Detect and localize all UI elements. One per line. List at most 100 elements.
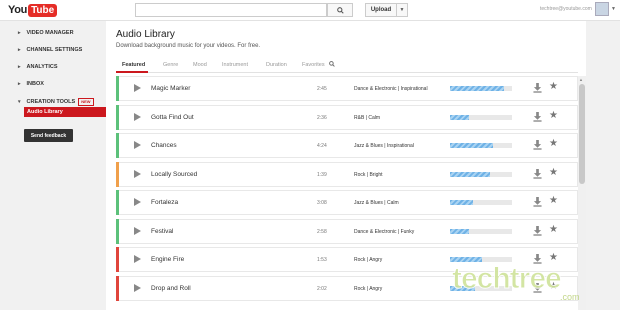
tab-duration[interactable]: Duration	[266, 62, 287, 68]
sidebar-item-audio-library[interactable]: Audio Library	[24, 107, 106, 117]
track-title: Locally Sourced	[151, 170, 198, 178]
play-icon[interactable]	[134, 255, 141, 263]
table-row[interactable]: Fortaleza 3:08 Jazz & Blues | Calm ★	[116, 190, 578, 215]
subtitle-text: Download background music for your video…	[116, 43, 249, 49]
tab-featured[interactable]: Featured	[122, 62, 145, 68]
track-duration: 2:36	[317, 114, 327, 121]
popularity-bar	[450, 171, 512, 177]
track-genre: Dance & Electronic | Funky	[354, 228, 415, 235]
track-genre: Jazz & Blues | Calm	[354, 200, 399, 206]
scroll-up-icon[interactable]: ▲	[579, 77, 583, 82]
send-feedback-button[interactable]: Send feedback	[24, 129, 73, 142]
track-duration: 2:45	[317, 86, 327, 92]
sidebar-item-channel-settings[interactable]: ▸ CHANNEL SETTINGS	[18, 47, 82, 53]
track-duration: 1:39	[317, 171, 327, 178]
play-icon[interactable]	[134, 112, 141, 121]
track-duration: 1:53	[317, 257, 327, 263]
youtube-logo[interactable]: You Tube	[8, 3, 58, 17]
chevron-right-icon: ▸	[18, 64, 21, 70]
tab-genre[interactable]: Genre	[163, 62, 178, 68]
upload-button[interactable]: Upload	[365, 3, 397, 17]
track-genre: Rock | Bright	[354, 171, 383, 178]
search-icon	[329, 61, 335, 67]
search-icon	[336, 6, 344, 14]
avatar[interactable]	[595, 2, 609, 16]
scrollbar-thumb[interactable]	[579, 84, 585, 184]
masthead: You Tube Upload ▼ techtree@youtube.com ▼	[0, 0, 620, 21]
genre-color-stripe	[116, 247, 119, 272]
new-badge: NEW	[78, 98, 94, 106]
sidebar-item-label: CHANNEL SETTINGS	[26, 47, 83, 53]
table-row[interactable]: Gotta Find Out 2:36 R&B | Calm ★	[116, 104, 578, 130]
star-icon[interactable]: ★	[549, 82, 558, 92]
track-title: Chances	[151, 142, 177, 149]
tab-favorites[interactable]: Favorites	[302, 62, 325, 68]
table-row[interactable]: Magic Marker 2:45 Dance & Electronic | Ins…	[116, 76, 578, 101]
tab-search-button[interactable]	[329, 61, 335, 69]
tab-mood[interactable]: Mood	[193, 62, 207, 68]
upload-menu-button[interactable]: ▼	[397, 3, 408, 17]
star-icon[interactable]: ★	[549, 167, 558, 178]
play-icon[interactable]	[134, 141, 141, 149]
popularity-bar-fill	[450, 171, 491, 177]
search-button[interactable]	[327, 3, 353, 17]
download-icon[interactable]	[533, 140, 542, 150]
popularity-bar	[450, 228, 512, 234]
track-title: Drop and Roll	[151, 284, 191, 292]
genre-color-stripe	[116, 218, 119, 244]
genre-color-stripe	[116, 190, 119, 215]
track-genre: Jazz & Blues | Inspirational	[354, 143, 414, 149]
popularity-bar	[450, 200, 512, 205]
play-icon[interactable]	[134, 198, 141, 206]
search-input[interactable]	[135, 3, 327, 17]
download-icon[interactable]	[533, 225, 542, 236]
popularity-bar-fill	[450, 200, 473, 205]
sidebar-item-label: VIDEO MANAGER	[26, 30, 74, 36]
star-icon[interactable]: ★	[549, 196, 558, 206]
chevron-down-icon: ▼	[399, 7, 405, 13]
techtree-watermark: techtree .com	[452, 262, 580, 303]
sidebar-item-analytics[interactable]: ▸ ANALYTICS	[18, 64, 57, 70]
svg-text:techtree: techtree	[452, 262, 561, 295]
page-title: Audio Library	[116, 29, 175, 40]
download-icon[interactable]	[533, 197, 542, 207]
subtitle-end: .	[258, 43, 261, 49]
sidebar-item-creation-tools[interactable]: ▾ CREATION TOOLS NEW	[18, 98, 94, 106]
popularity-bar-fill	[450, 114, 469, 120]
star-icon[interactable]: ★	[549, 139, 558, 149]
logo-you: You	[8, 4, 28, 16]
star-icon[interactable]: ★	[549, 110, 558, 121]
play-icon[interactable]	[134, 84, 141, 92]
popularity-bar	[450, 86, 512, 91]
track-genre: Dance & Electronic | Inspirational	[354, 86, 428, 92]
track-duration: 2:58	[317, 228, 327, 235]
sidebar-item-video-manager[interactable]: ▸ VIDEO MANAGER	[18, 30, 74, 36]
chevron-right-icon: ▸	[18, 81, 21, 87]
play-icon[interactable]	[134, 226, 141, 235]
track-duration: 4:24	[317, 143, 327, 149]
track-genre: Rock | Angry	[354, 257, 383, 263]
popularity-bar-fill	[450, 228, 469, 234]
play-icon[interactable]	[134, 283, 141, 292]
tab-bar: Featured Genre Mood Instrument Duration …	[116, 59, 578, 73]
track-title: Gotta Find Out	[151, 113, 194, 121]
table-row[interactable]: Festival 2:58 Dance & Electronic | Funky ★	[116, 218, 578, 244]
play-icon[interactable]	[134, 169, 141, 178]
download-icon[interactable]	[533, 83, 542, 93]
table-row[interactable]: Chances 4:24 Jazz & Blues | Inspirational ★	[116, 133, 578, 158]
table-row[interactable]: Locally Sourced 1:39 Rock | Bright ★	[116, 161, 578, 187]
track-title: Fortaleza	[151, 199, 179, 206]
star-icon[interactable]: ★	[549, 224, 558, 235]
track-duration: 3:08	[317, 200, 327, 206]
track-genre: Rock | Angry	[354, 285, 383, 292]
sidebar-item-inbox[interactable]: ▸ INBOX	[18, 81, 44, 87]
download-icon[interactable]	[533, 111, 542, 122]
chevron-down-icon[interactable]: ▼	[611, 6, 616, 12]
track-title: Magic Marker	[151, 85, 191, 92]
tab-instrument[interactable]: Instrument	[222, 62, 248, 68]
genre-color-stripe	[116, 104, 119, 130]
download-icon[interactable]	[533, 168, 542, 179]
popularity-bar	[450, 114, 512, 120]
genre-color-stripe	[116, 275, 119, 301]
genre-color-stripe	[116, 76, 119, 101]
